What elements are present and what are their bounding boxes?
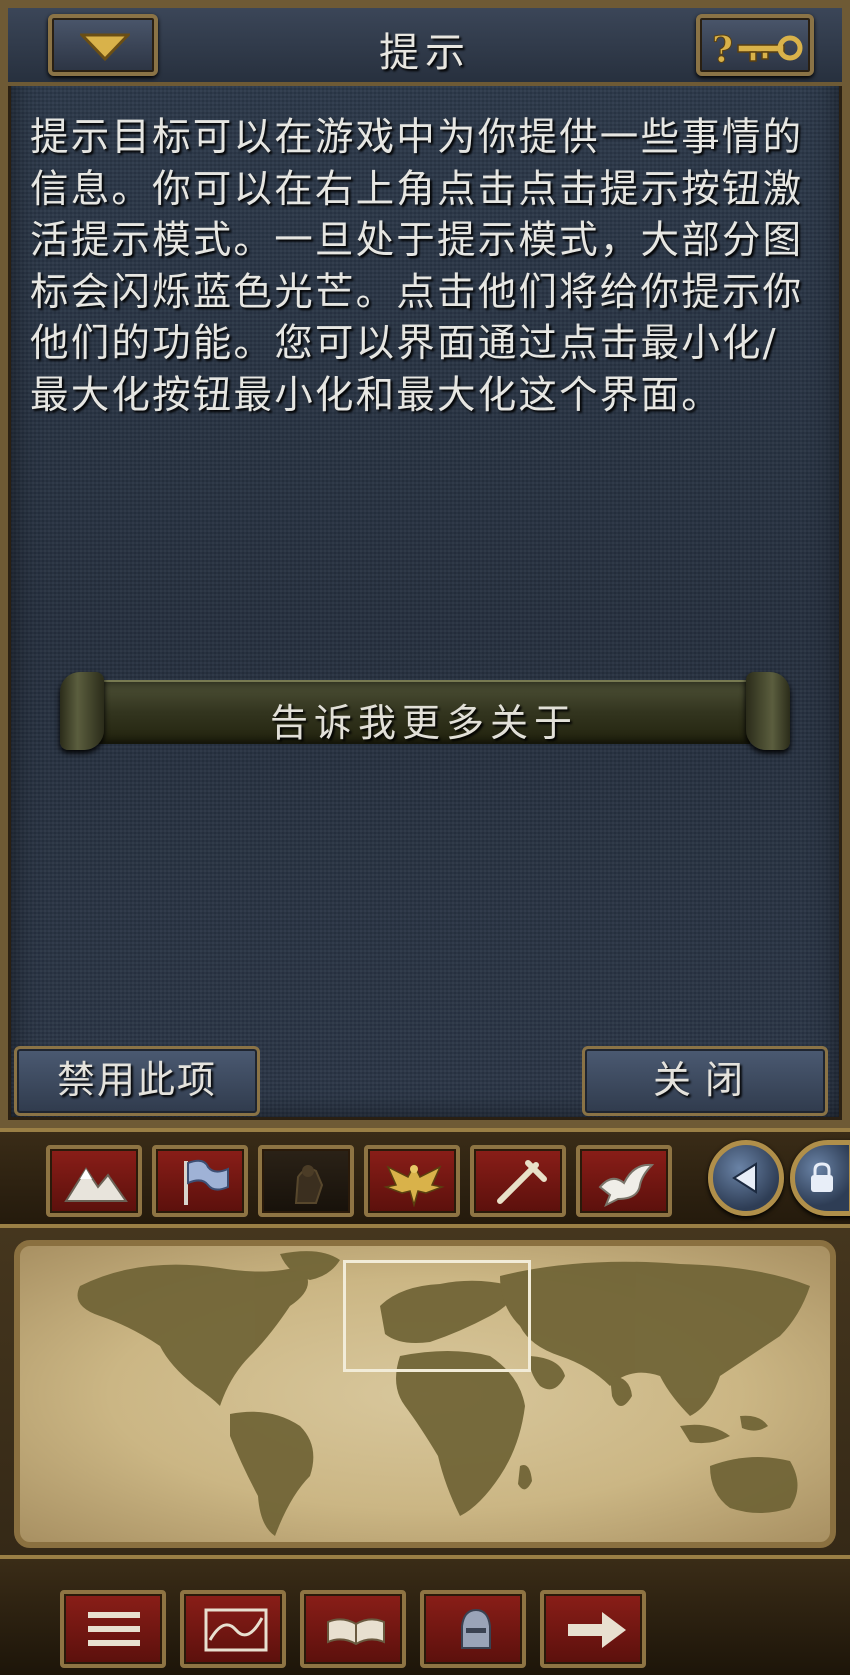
military-button[interactable]	[420, 1590, 526, 1668]
help-button[interactable]: ?	[696, 14, 814, 76]
diplomacy-dove-icon	[598, 1163, 655, 1207]
book-button[interactable]	[300, 1590, 406, 1668]
province-icon	[294, 1165, 324, 1204]
tell-me-more-button[interactable]: 告诉我更多关于	[60, 672, 790, 750]
map-icon	[204, 1608, 268, 1652]
close-button[interactable]: 关闭	[582, 1046, 828, 1116]
hint-title-bar: 提示 ?	[8, 8, 842, 86]
back-button[interactable]	[708, 1140, 784, 1216]
svg-text:?: ?	[712, 29, 733, 68]
book-icon	[327, 1618, 385, 1646]
disable-hint-button[interactable]: 禁用此项	[14, 1046, 260, 1116]
religion-map-mode-button[interactable]	[364, 1145, 460, 1217]
back-arrow-icon	[732, 1162, 757, 1194]
political-map-mode-button[interactable]	[152, 1145, 248, 1217]
diplomacy-map-mode-button[interactable]	[576, 1145, 672, 1217]
scroll-roll-right	[746, 672, 790, 750]
lock-icon	[811, 1162, 833, 1192]
question-key-icon: ?	[712, 29, 803, 68]
next-button[interactable]	[540, 1590, 646, 1668]
hint-message-text: 提示目标可以在游戏中为你提供一些事情的信息。你可以在右上角点击点击提示按钮激活提…	[30, 115, 804, 418]
ledger-icon	[88, 1612, 140, 1646]
ledger-button[interactable]	[60, 1590, 166, 1668]
military-icon	[461, 1608, 491, 1649]
scroll-banner: 告诉我更多关于	[98, 680, 750, 745]
tell-me-more-label: 告诉我更多关于	[269, 701, 578, 745]
eagle-icon	[383, 1163, 445, 1207]
political-flag-icon	[184, 1159, 229, 1205]
province-map-mode-button[interactable]	[258, 1145, 354, 1217]
next-arrow-icon	[568, 1612, 626, 1648]
map-viewport-indicator[interactable]	[343, 1260, 531, 1372]
terrain-icon	[64, 1167, 128, 1202]
trade-map-mode-button[interactable]	[470, 1145, 566, 1217]
scroll-roll-left	[60, 672, 104, 750]
map-view-button[interactable]	[180, 1590, 286, 1668]
trade-icon	[497, 1160, 547, 1204]
terrain-map-mode-button[interactable]	[46, 1145, 142, 1217]
